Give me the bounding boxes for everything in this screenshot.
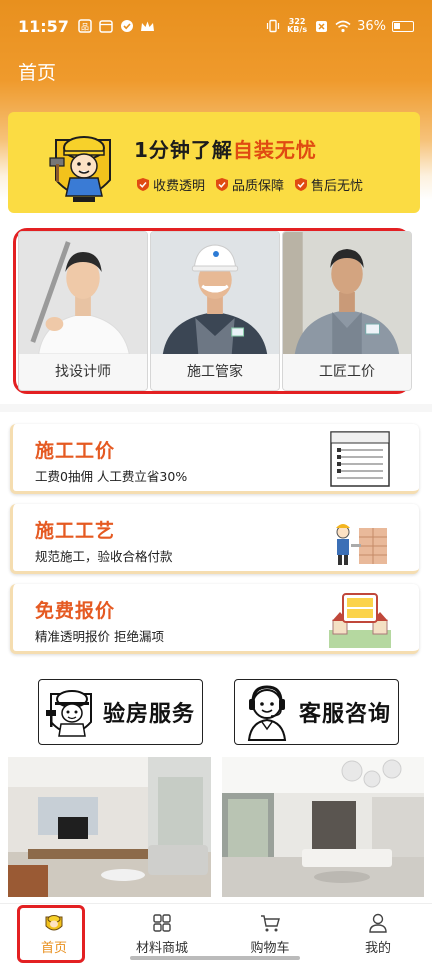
nav-materials-mall[interactable]: 材料商城 [108, 904, 216, 964]
living-room-photo-1[interactable] [8, 757, 211, 897]
nav-label: 购物车 [250, 941, 290, 956]
crown-icon [140, 18, 156, 34]
customer-service-label: 客服咨询 [299, 702, 392, 727]
nav-label: 材料商城 [135, 941, 188, 956]
home-mascot-icon [45, 915, 63, 931]
house-inspection-label: 验房服务 [103, 702, 196, 727]
price-list-illustration-icon [330, 431, 390, 487]
shield-check-icon [137, 178, 149, 191]
svg-text:品: 品 [81, 23, 89, 32]
gesture-bar [130, 956, 300, 960]
nav-label: 首页 [40, 941, 67, 956]
nav-home[interactable]: 首页 [0, 904, 108, 964]
designer-photo [19, 232, 147, 354]
craftsman-photo [283, 232, 411, 354]
cart-icon [261, 915, 280, 932]
promo-title: 1分钟了解自装无忧 [134, 138, 317, 162]
shield-check-icon [216, 178, 229, 191]
sim-off-icon [313, 18, 329, 34]
living-room-photo-2[interactable] [222, 757, 424, 897]
wifi-icon [335, 18, 351, 34]
free-quote-illustration-icon [329, 593, 391, 648]
page-title: 首页 [18, 62, 57, 84]
nav-cart[interactable]: 购物车 [216, 904, 324, 964]
construction-steps-illustration-icon [336, 524, 387, 565]
status-bar: 11:57 品 322 KB/s 36% [0, 0, 432, 52]
manager-photo [151, 232, 279, 354]
service-title: 施工工艺 [35, 520, 116, 542]
worker-label: 工匠工价 [283, 354, 411, 390]
promo-tag: 收费透明 [136, 175, 205, 194]
service-card-craft[interactable]: 施工工艺 规范施工，验收合格付款 [10, 504, 419, 574]
section-divider [0, 404, 432, 412]
promo-tag: 售后无忧 [294, 175, 363, 194]
service-title: 免费报价 [35, 600, 116, 622]
worker-card-designer[interactable]: 找设计师 [18, 231, 148, 391]
network-speed: 322 KB/s [287, 17, 308, 34]
service-subtitle: 精准透明报价 拒绝漏项 [35, 629, 164, 644]
user-icon [369, 913, 387, 933]
workers-highlight-box: 找设计师 施工管家 工匠工价 [13, 228, 412, 394]
check-badge-icon [119, 18, 135, 34]
shield-check-icon [295, 178, 308, 191]
grid-icon [153, 914, 171, 932]
nav-mine[interactable]: 我的 [324, 904, 432, 964]
service-subtitle: 工费0抽佣 人工费立省30% [35, 469, 188, 484]
house-inspection-button[interactable]: 验房服务 [38, 679, 203, 745]
battery-icon [392, 20, 414, 32]
battery-percent: 36% [357, 18, 386, 34]
vibrate-icon [265, 18, 281, 34]
worker-card-craftsman[interactable]: 工匠工价 [282, 231, 412, 391]
calendar-notification-icon [98, 18, 114, 34]
service-subtitle: 规范施工，验收合格付款 [35, 549, 173, 564]
promo-tag: 品质保障 [215, 175, 284, 194]
service-card-labor-price[interactable]: 施工工价 工费0抽佣 人工费立省30% [10, 424, 419, 494]
app-notification-icon: 品 [77, 18, 93, 34]
customer-service-button[interactable]: 客服咨询 [234, 679, 399, 745]
customer-service-icon [247, 685, 287, 741]
service-title: 施工工价 [35, 440, 116, 462]
worker-label: 施工管家 [151, 354, 279, 390]
status-time: 11:57 [18, 16, 69, 36]
nav-label: 我的 [364, 941, 391, 956]
worker-label: 找设计师 [19, 354, 147, 390]
inspector-mascot-icon [46, 690, 92, 737]
service-card-free-quote[interactable]: 免费报价 精准透明报价 拒绝漏项 [10, 584, 419, 654]
worker-card-manager[interactable]: 施工管家 [150, 231, 280, 391]
bottom-nav: 首页 材料商城 购物车 我的 [0, 903, 432, 964]
promo-tags: 收费透明 品质保障 售后无忧 [136, 175, 363, 194]
worker-mascot-icon [48, 118, 118, 208]
promo-banner[interactable]: 1分钟了解自装无忧 收费透明 品质保障 售后无忧 [8, 112, 420, 213]
